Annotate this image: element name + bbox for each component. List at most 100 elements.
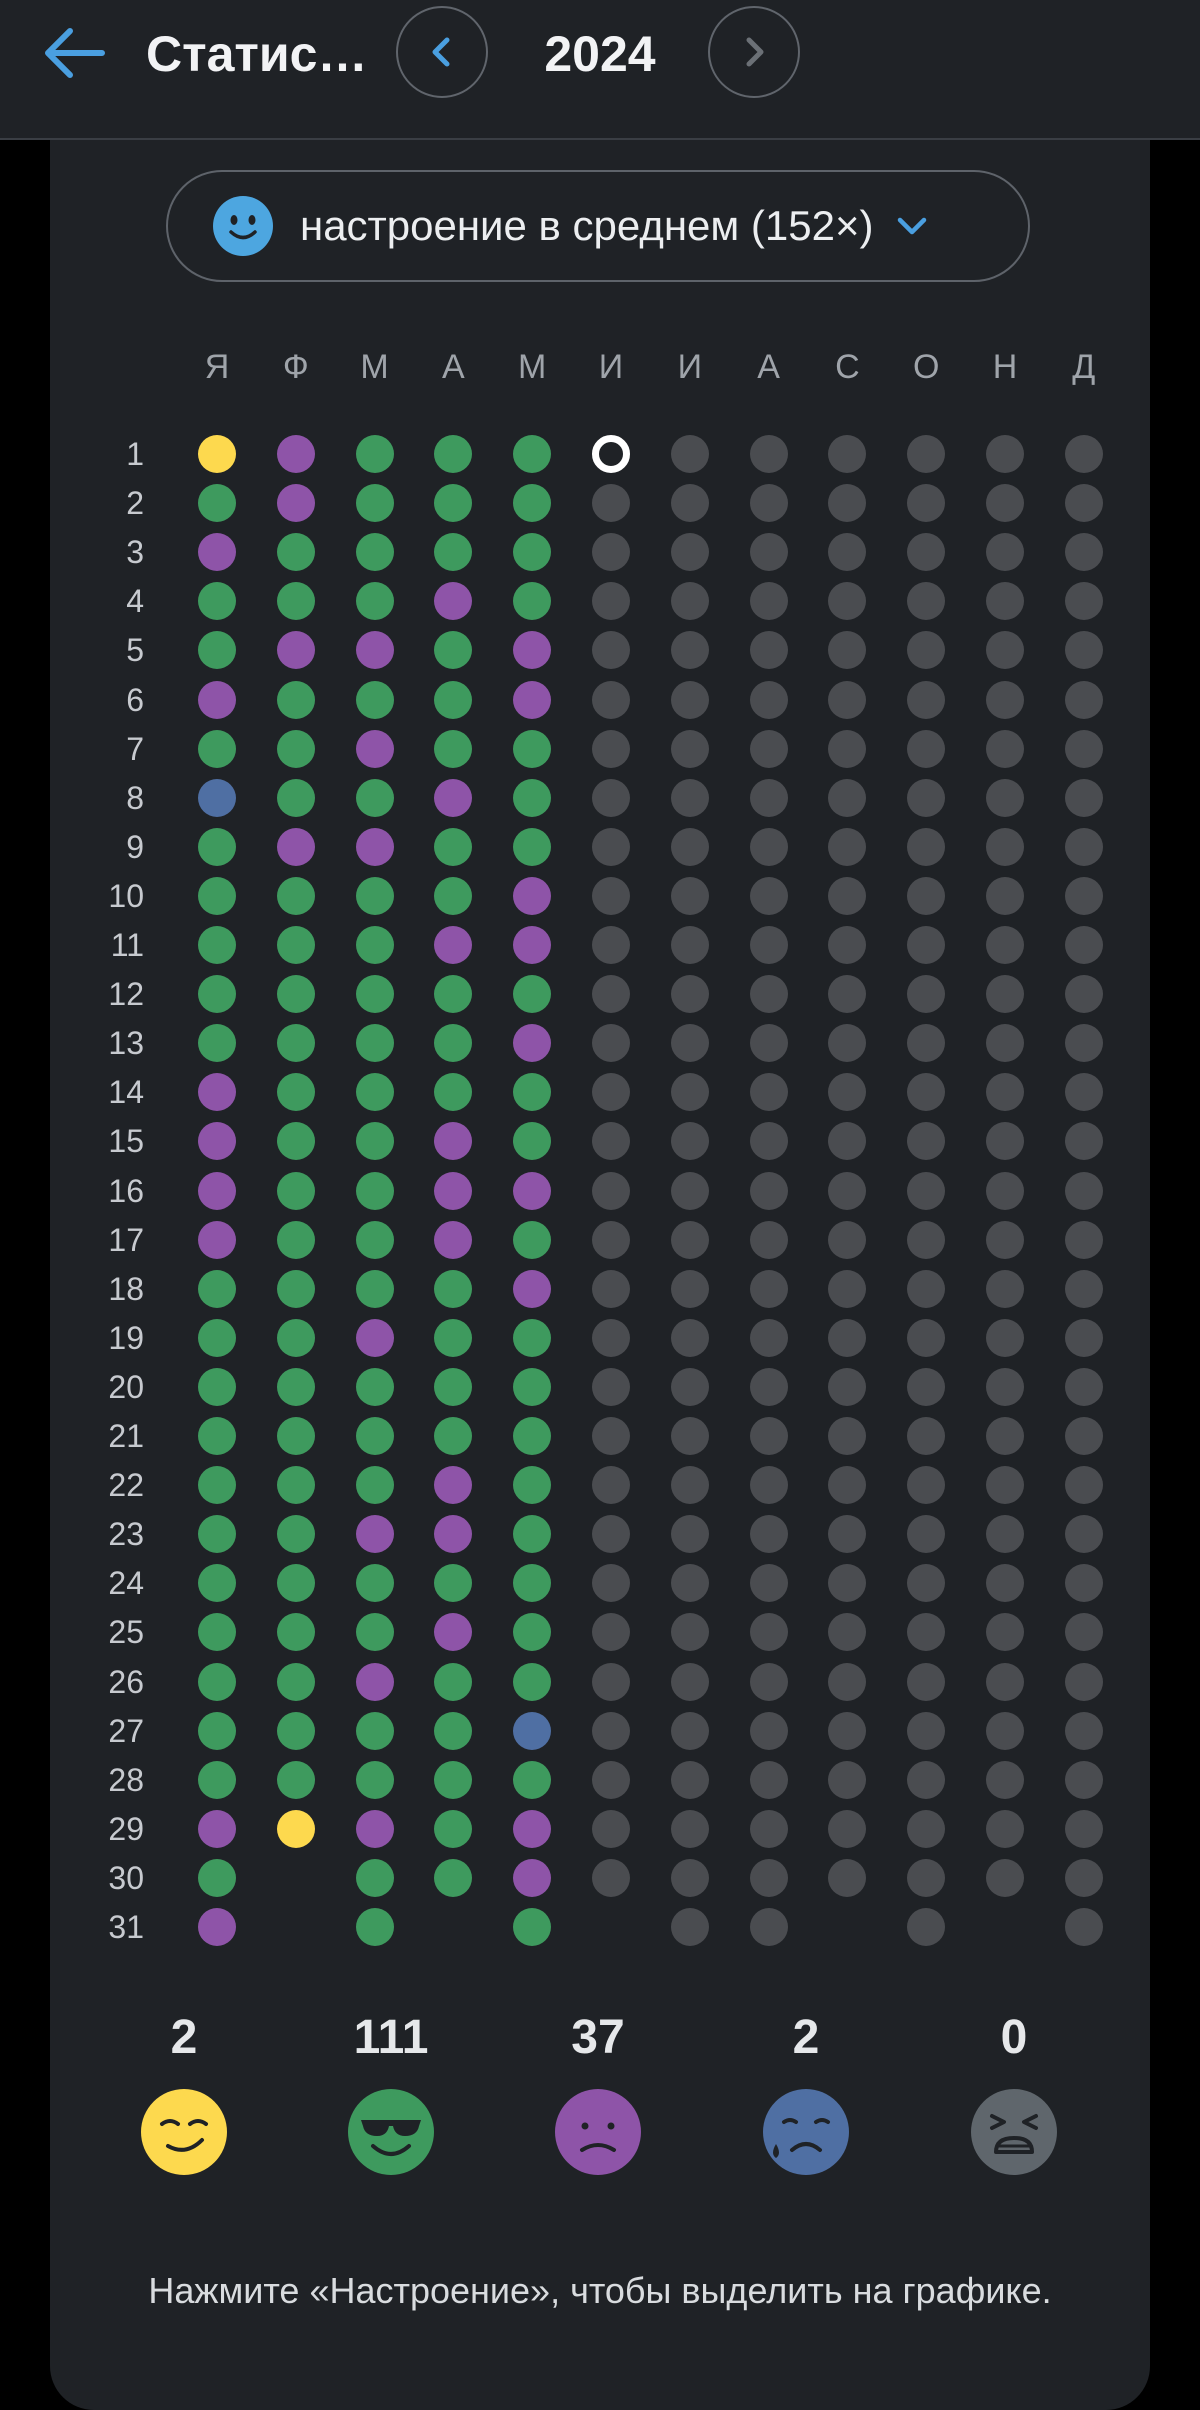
day-mood-dot[interactable] [355,1367,394,1406]
day-mood-dot[interactable] [592,975,630,1014]
day-mood-dot[interactable] [355,680,394,719]
day-mood-dot[interactable] [198,1613,236,1652]
day-mood-dot[interactable] [907,1515,946,1554]
day-mood-dot[interactable] [434,1466,473,1505]
day-mood-dot[interactable] [513,484,552,523]
day-mood-dot[interactable] [355,1220,394,1259]
day-mood-dot[interactable] [355,1711,394,1750]
day-mood-dot[interactable] [198,827,236,866]
previous-year-button[interactable] [396,6,488,98]
day-mood-dot[interactable] [749,435,788,473]
day-mood-dot[interactable] [513,1269,552,1308]
day-mood-dot[interactable] [749,1613,788,1652]
day-mood-dot[interactable] [355,876,394,915]
day-mood-dot[interactable] [828,1417,867,1455]
day-mood-dot[interactable] [592,1318,630,1357]
day-mood-dot[interactable] [276,1613,315,1652]
day-mood-dot[interactable] [513,1220,552,1259]
day-mood-dot[interactable] [513,1711,552,1750]
day-mood-dot[interactable] [198,926,236,964]
day-mood-dot[interactable] [1064,1908,1103,1946]
day-mood-dot[interactable] [749,1122,788,1161]
day-mood-dot[interactable] [434,631,473,670]
day-mood-dot[interactable] [670,1613,709,1652]
day-mood-dot[interactable] [1064,1318,1103,1357]
day-mood-dot[interactable] [276,1220,315,1259]
day-mood-dot[interactable] [1064,1662,1103,1701]
day-mood-dot[interactable] [434,533,473,572]
day-mood-dot[interactable] [276,827,315,866]
day-mood-dot[interactable] [907,1073,946,1112]
day-mood-dot[interactable] [355,926,394,964]
day-mood-dot[interactable] [986,1858,1024,1897]
day-mood-dot[interactable] [670,975,709,1014]
day-mood-dot[interactable] [670,1760,709,1799]
day-mood-dot[interactable] [749,975,788,1014]
day-mood-dot[interactable] [670,1073,709,1112]
day-mood-dot[interactable] [198,1122,236,1161]
day-mood-dot[interactable] [1064,1711,1103,1750]
day-mood-dot[interactable] [434,1367,473,1406]
day-mood-dot[interactable] [828,1613,867,1652]
day-mood-dot[interactable] [276,1122,315,1161]
day-mood-dot[interactable] [986,975,1024,1014]
day-mood-dot[interactable] [592,778,630,817]
day-mood-dot[interactable] [513,1024,552,1063]
day-mood-dot[interactable] [670,926,709,964]
day-mood-dot[interactable] [592,729,630,768]
day-mood-dot[interactable] [592,1613,630,1652]
day-mood-dot[interactable] [513,435,552,473]
day-mood-dot[interactable] [513,1908,552,1946]
day-mood-dot[interactable] [198,1858,236,1897]
day-mood-dot[interactable] [513,1318,552,1357]
day-mood-dot[interactable] [749,582,788,621]
day-mood-dot[interactable] [276,1417,315,1455]
day-mood-dot[interactable] [749,1269,788,1308]
day-mood-dot[interactable] [1064,1760,1103,1799]
day-mood-dot[interactable] [828,926,867,964]
day-mood-dot[interactable] [1064,1613,1103,1652]
day-mood-dot[interactable] [986,533,1024,572]
day-mood-dot[interactable] [749,876,788,915]
day-mood-dot[interactable] [434,1711,473,1750]
day-mood-dot[interactable] [907,975,946,1014]
day-mood-dot[interactable] [276,1662,315,1701]
weary-face-icon[interactable] [970,2088,1058,2176]
day-mood-dot[interactable] [198,876,236,915]
day-mood-dot[interactable] [749,631,788,670]
day-mood-dot[interactable] [434,1858,473,1897]
day-mood-dot[interactable] [828,1711,867,1750]
day-mood-dot[interactable] [828,484,867,523]
day-mood-dot[interactable] [1064,533,1103,572]
day-mood-dot[interactable] [986,1809,1024,1848]
day-mood-dot[interactable] [907,1318,946,1357]
day-mood-dot[interactable] [828,1809,867,1848]
day-mood-dot[interactable] [986,1711,1024,1750]
back-button[interactable] [38,24,110,82]
day-mood-dot[interactable] [355,582,394,621]
day-mood-dot[interactable] [670,1711,709,1750]
day-mood-dot[interactable] [986,1073,1024,1112]
day-mood-dot[interactable] [198,582,236,621]
sad-tear-face-icon[interactable] [762,2088,850,2176]
day-mood-dot[interactable] [670,1269,709,1308]
day-mood-dot[interactable] [434,680,473,719]
day-mood-dot[interactable] [907,1809,946,1848]
day-mood-dot[interactable] [749,533,788,572]
day-mood-dot[interactable] [434,1515,473,1554]
day-mood-dot[interactable] [670,778,709,817]
day-mood-dot[interactable] [513,1417,552,1455]
day-mood-dot[interactable] [670,1908,709,1946]
day-mood-dot[interactable] [907,876,946,915]
day-mood-dot[interactable] [592,1024,630,1063]
day-mood-dot[interactable] [828,1515,867,1554]
day-mood-dot[interactable] [828,827,867,866]
day-mood-dot[interactable] [986,827,1024,866]
day-mood-dot[interactable] [198,1908,236,1946]
day-mood-dot[interactable] [1064,1024,1103,1063]
day-mood-dot[interactable] [434,582,473,621]
day-mood-dot[interactable] [276,1564,315,1603]
day-mood-dot[interactable] [513,1662,552,1701]
day-mood-dot[interactable] [828,1073,867,1112]
day-mood-dot-today[interactable] [592,435,630,473]
